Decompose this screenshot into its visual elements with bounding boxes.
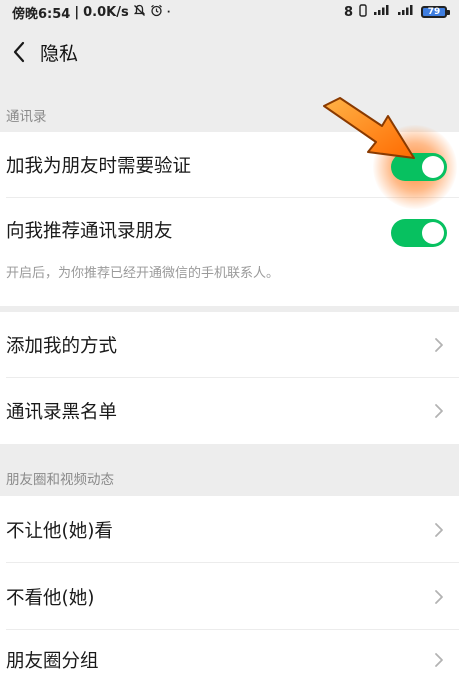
chevron-right-icon [435, 652, 443, 667]
chevron-right-icon [435, 404, 443, 418]
chevron-right-icon [435, 338, 443, 352]
status-separator: | [74, 4, 80, 20]
add-methods-card: 添加我的方式 通讯录黑名单 [0, 312, 459, 444]
setting-hide-from[interactable]: 不让他(她)看 [0, 496, 459, 563]
section-header-moments: 朋友圈和视频动态 [6, 472, 114, 488]
setting-label: 不让他(她)看 [6, 520, 113, 542]
setting-add-methods[interactable]: 添加我的方式 [0, 312, 459, 378]
back-button[interactable] [6, 32, 32, 72]
annotation-arrow-icon [323, 97, 415, 159]
network-speed: 0.0K/s [83, 4, 129, 20]
recommend-contacts-toggle[interactable] [391, 219, 447, 247]
moments-card: 不让他(她)看 不看他(她) 朋友圈分组 [0, 496, 459, 689]
status-right: 8 79 [343, 3, 450, 21]
status-bar: 傍晚6:54 | 0.0K/s · 8 79 [0, 0, 459, 24]
setting-recommend-contacts: 向我推荐通讯录朋友 [0, 198, 459, 262]
chevron-right-icon [435, 589, 443, 604]
battery-level: 79 [427, 7, 441, 17]
setting-blacklist[interactable]: 通讯录黑名单 [0, 378, 459, 444]
signal-icon [373, 4, 391, 20]
setting-label: 添加我的方式 [6, 336, 118, 357]
sim-icon [359, 3, 367, 21]
setting-hint: 开启后，为你推荐已经开通微信的手机联系人。 [6, 266, 280, 281]
setting-moments-groups[interactable]: 朋友圈分组 [0, 630, 459, 689]
dot-icon: · [166, 6, 171, 18]
signal-icon [397, 4, 415, 20]
page-title: 隐私 [40, 42, 79, 65]
toggle-knob [422, 156, 444, 178]
mute-icon [133, 4, 146, 20]
chevron-left-icon [13, 41, 25, 63]
setting-label: 不看他(她) [6, 587, 95, 609]
toggle-knob [422, 222, 444, 244]
setting-label: 朋友圈分组 [6, 650, 99, 672]
nav-bar: 隐私 [0, 24, 459, 80]
battery-icon: 79 [421, 6, 450, 18]
alarm-icon [150, 4, 163, 20]
setting-dont-see[interactable]: 不看他(她) [0, 563, 459, 630]
setting-label: 向我推荐通讯录朋友 [6, 221, 173, 242]
status-left: 傍晚6:54 | 0.0K/s · [12, 3, 171, 22]
status-time: 傍晚6:54 [12, 6, 71, 22]
chevron-right-icon [435, 522, 443, 537]
setting-label: 加我为朋友时需要验证 [6, 156, 192, 177]
status-indicator: 8 [343, 4, 353, 20]
setting-label: 通讯录黑名单 [6, 402, 118, 423]
